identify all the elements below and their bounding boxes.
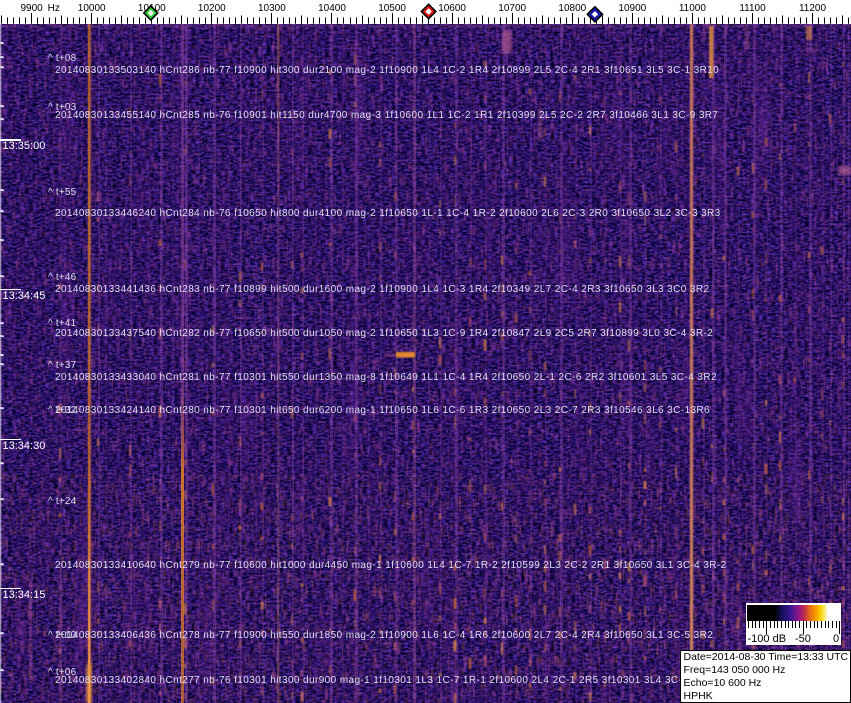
svg-text:10400: 10400 — [318, 3, 346, 14]
svg-text:10600: 10600 — [438, 3, 466, 14]
svg-text:10800: 10800 — [558, 3, 586, 14]
svg-text:10900: 10900 — [618, 3, 646, 14]
svg-text:10200: 10200 — [198, 3, 226, 14]
svg-text:10000: 10000 — [78, 3, 106, 14]
svg-text:11100: 11100 — [739, 3, 766, 14]
svg-text:9900: 9900 — [20, 3, 43, 14]
svg-text:Hz: Hz — [48, 3, 60, 14]
svg-text:11000: 11000 — [679, 3, 707, 14]
svg-text:11200: 11200 — [799, 3, 827, 14]
svg-text:10500: 10500 — [378, 3, 406, 14]
svg-text:10300: 10300 — [258, 3, 286, 14]
svg-text:10700: 10700 — [498, 3, 526, 14]
